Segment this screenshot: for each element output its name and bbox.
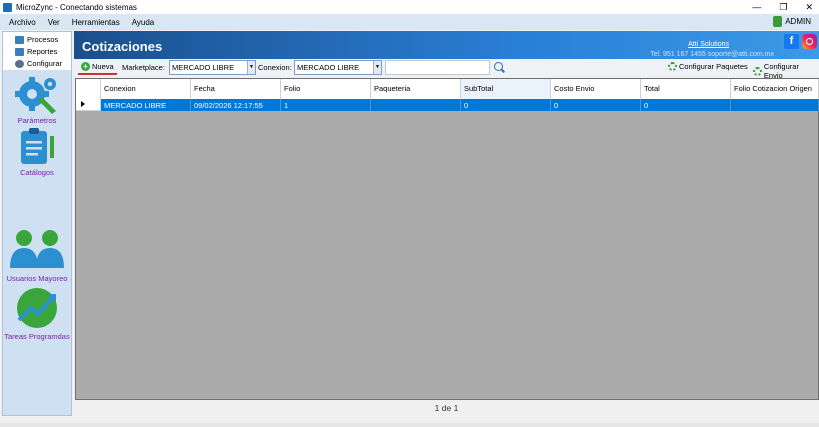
row-pointer-icon [81, 101, 85, 107]
cell-total[interactable]: 0 [641, 99, 731, 111]
cell-folio-cotizacion-origen[interactable] [731, 99, 819, 111]
company-link[interactable]: Atti Solutions [688, 41, 729, 48]
column-folio[interactable]: Folio [281, 79, 371, 99]
module-label-tareas: Tareas Programdas [4, 332, 70, 341]
module-tareas-programadas[interactable]: Tareas Programdas [3, 286, 71, 341]
table-header: Conexion Fecha Folio Paqueteria SubTotal… [76, 79, 819, 99]
gear-icon [668, 62, 677, 71]
taskbar-strip [0, 423, 819, 427]
toolbar: + Nueva Marketplace: MERCADO LIBRE ▼ Con… [74, 59, 819, 80]
config-paquetes-button[interactable]: Configurar Paquetes [668, 62, 748, 71]
row-selector[interactable] [76, 99, 101, 111]
module-label-parametros: Parámetros [17, 116, 57, 125]
gears-icon [15, 77, 56, 114]
table-row[interactable]: MERCADO LIBRE 09/02/2026 12:17:55 1 0 0 … [76, 99, 819, 111]
column-subtotal[interactable]: SubTotal [461, 79, 551, 99]
menu-herramientas[interactable]: Herramientas [72, 18, 120, 27]
user-name: ADMIN [785, 17, 811, 26]
title-bar: MicroZync - Conectando sistemas — ❐ ✕ [0, 0, 819, 14]
clipboard-icon [21, 128, 54, 164]
procesos-icon [15, 35, 24, 44]
menu-archivo[interactable]: Archivo [9, 18, 36, 27]
cell-subtotal[interactable]: 0 [461, 99, 551, 111]
module-usuarios-mayoreo[interactable]: Usuarios Mayoreo [3, 228, 71, 283]
facebook-icon[interactable]: f [784, 34, 799, 49]
sidebar-nav: Procesos Reportes Configurar [3, 32, 71, 70]
page-header: Cotizaciones Atti Solutions Tel. 951 167… [74, 31, 819, 59]
column-paqueteria[interactable]: Paqueteria [371, 79, 461, 99]
restore-button[interactable]: ❐ [779, 2, 787, 13]
page-title: Cotizaciones [82, 39, 163, 54]
cell-paqueteria[interactable] [371, 99, 461, 111]
module-label-usuarios: Usuarios Mayoreo [6, 274, 68, 283]
marketplace-select[interactable]: MERCADO LIBRE ▼ [169, 60, 256, 75]
sidebar-item-reportes[interactable]: Reportes [15, 47, 57, 56]
configurar-icon [15, 59, 24, 68]
quotes-table: Conexion Fecha Folio Paqueteria SubTotal… [75, 78, 819, 400]
sidebar-item-procesos[interactable]: Procesos [15, 35, 58, 44]
cell-costo-envio[interactable]: 0 [551, 99, 641, 111]
column-conexion[interactable]: Conexion [101, 79, 191, 99]
cell-fecha[interactable]: 09/02/2026 12:17:55 [191, 99, 281, 111]
new-button[interactable]: + Nueva [78, 60, 117, 75]
minimize-button[interactable]: — [752, 2, 761, 12]
app-icon [3, 2, 12, 12]
cell-folio[interactable]: 1 [281, 99, 371, 111]
column-fecha[interactable]: Fecha [191, 79, 281, 99]
conexion-select[interactable]: MERCADO LIBRE ▼ [294, 60, 382, 75]
marketplace-label: Marketplace: [122, 63, 165, 72]
menu-ayuda[interactable]: Ayuda [132, 18, 155, 27]
reportes-icon [15, 47, 24, 56]
search-input[interactable] [385, 60, 490, 75]
column-costo-envio[interactable]: Costo Envio [551, 79, 641, 99]
cell-conexion[interactable]: MERCADO LIBRE [101, 99, 191, 111]
window-controls: — ❐ ✕ [752, 0, 813, 14]
user-menu[interactable]: ADMIN [773, 16, 811, 27]
conexion-label: Conexion: [258, 63, 292, 72]
chevron-down-icon[interactable]: ▼ [373, 61, 381, 74]
instagram-icon[interactable] [802, 34, 817, 49]
module-parametros[interactable]: Parámetros [3, 74, 71, 125]
trend-chart-icon [17, 288, 57, 328]
gear-icon [753, 66, 762, 76]
contact-info: Tel. 951 167 1455 soporte@atti.com.mx [650, 51, 774, 58]
plus-icon: + [81, 62, 90, 71]
chevron-down-icon[interactable]: ▼ [247, 61, 255, 74]
close-button[interactable]: ✕ [805, 2, 813, 13]
user-icon [773, 16, 783, 27]
module-label-catalogos: Catálogos [20, 168, 54, 177]
column-total[interactable]: Total [641, 79, 731, 99]
search-icon[interactable] [494, 62, 503, 71]
menu-ver[interactable]: Ver [48, 18, 60, 27]
sidebar-item-configurar[interactable]: Configurar [15, 59, 62, 68]
module-catalogos[interactable]: Catálogos [3, 128, 71, 177]
sidebar: Procesos Reportes Configurar Parámetros … [2, 31, 72, 416]
main-content: Cotizaciones Atti Solutions Tel. 951 167… [74, 31, 819, 417]
new-button-label: Nueva [92, 62, 114, 71]
column-folio-cotizacion-origen[interactable]: Folio Cotizacion Origen [731, 79, 819, 99]
users-icon [10, 230, 64, 268]
window-title: MicroZync - Conectando sistemas [16, 2, 137, 12]
menu-bar: Archivo Ver Herramientas Ayuda ADMIN [0, 14, 819, 30]
row-header-corner [76, 79, 101, 99]
pagination: 1 de 1 [434, 403, 459, 413]
